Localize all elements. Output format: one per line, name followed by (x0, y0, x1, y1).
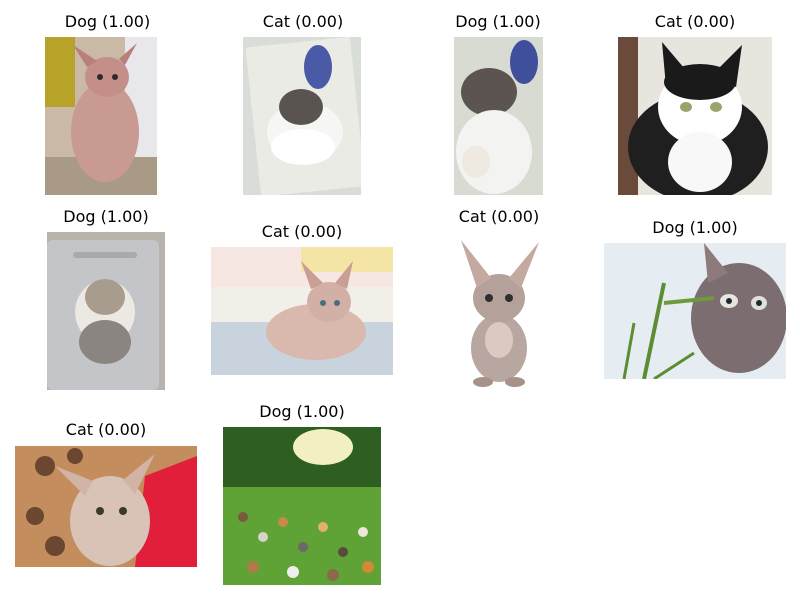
prediction-cell: Dog (1.00) (46, 207, 166, 391)
prediction-label: Dog (1.00) (63, 207, 149, 226)
prediction-cell: Cat (0.00) (243, 12, 363, 196)
prediction-cell: Dog (1.00) (603, 218, 787, 380)
sphynx-sitting-white-bg (451, 240, 547, 390)
cat-sticker-card (243, 37, 361, 195)
cat-sticker-closeup (454, 37, 543, 195)
cats-crowd-in-park (223, 427, 381, 585)
black-white-cat-photo (618, 37, 772, 195)
prediction-label: Cat (0.00) (261, 222, 343, 241)
sphynx-with-grass (604, 243, 786, 379)
prediction-cell: Cat (0.00) (451, 207, 547, 391)
prediction-cell: Cat (0.00) (14, 420, 198, 568)
prediction-cell: Dog (1.00) (222, 402, 382, 586)
hairless-cat-photo (45, 37, 157, 195)
prediction-cell: Cat (0.00) (617, 12, 773, 196)
sphynx-on-blanket (15, 446, 197, 567)
prediction-label: Dog (1.00) (64, 12, 151, 31)
prediction-label: Cat (0.00) (65, 420, 147, 439)
sphynx-lying-on-bed (211, 247, 393, 375)
prediction-cell: Dog (1.00) (452, 12, 544, 196)
prediction-label: Dog (1.00) (652, 218, 738, 237)
prediction-label: Dog (1.00) (455, 12, 541, 31)
prediction-label: Cat (0.00) (458, 207, 540, 226)
prediction-label: Cat (0.00) (654, 12, 736, 31)
prediction-cell: Dog (1.00) (45, 12, 170, 196)
prediction-grid: Dog (1.00) Cat (0.00) Dog (1.00) Cat (0.… (0, 0, 800, 600)
prediction-label: Dog (1.00) (259, 402, 345, 421)
prediction-label: Cat (0.00) (262, 12, 344, 31)
dog-sticker-on-laptop (47, 232, 165, 390)
prediction-cell: Cat (0.00) (210, 222, 394, 376)
